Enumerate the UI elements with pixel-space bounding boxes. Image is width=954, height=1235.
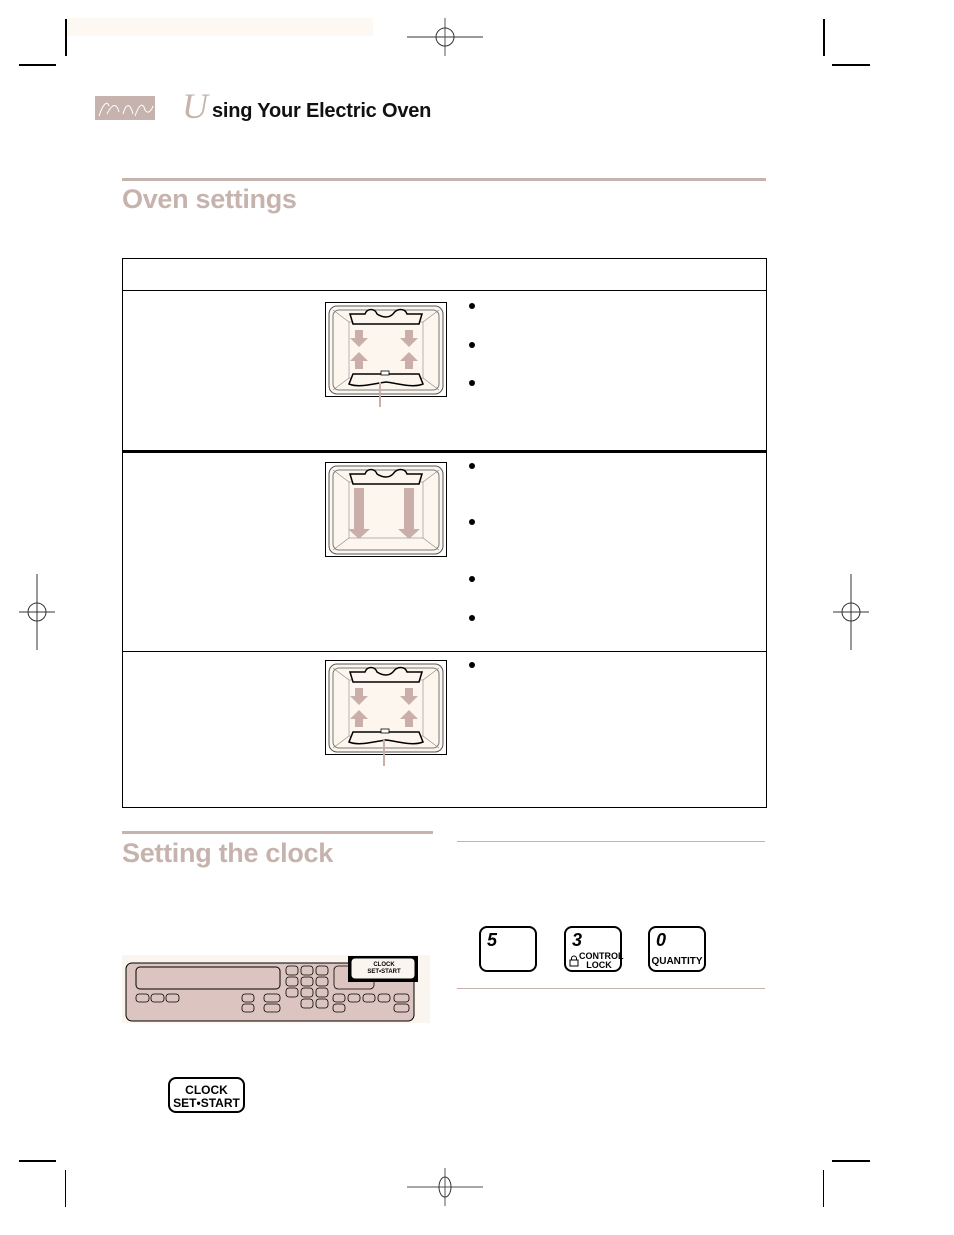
crop-mark [832,1160,870,1162]
crop-mark [19,1160,56,1162]
bullet-point [469,615,475,621]
crop-mark [832,64,870,66]
table-row-divider [123,651,766,652]
section-rule [122,831,433,834]
key-number: 3 [572,930,583,950]
page-header-title: sing Your Electric Oven [212,100,432,122]
table-row-divider [123,290,766,291]
section-rule [122,178,766,181]
oven-settings-heading: Oven settings [122,184,297,214]
page-tint-band [66,18,373,36]
table-row-divider [123,450,766,453]
signature-logo-icon [95,96,155,120]
key-5-button[interactable]: 5 [479,926,537,972]
crop-mark [65,19,67,56]
convection-airflow-diagram [325,660,447,766]
crop-mark [19,64,56,66]
setting-clock-heading: Setting the clock [122,838,333,868]
registration-mark-icon [407,1168,483,1206]
key-number: 5 [487,930,498,950]
bullet-point [469,463,475,469]
key-number: 0 [656,930,667,950]
bullet-point [469,519,475,525]
key-sub-label: QUANTITY [651,956,703,967]
registration-mark-icon [833,574,869,650]
broil-airflow-diagram [325,462,447,557]
control-panel-illustration: CLOCK SET•START [122,955,430,1023]
bullet-point [469,662,475,668]
key-sub-label: LOCK [586,960,612,970]
lock-icon [569,955,579,967]
header-drop-cap: U [182,86,208,126]
panel-clock-key-highlight: CLOCK SET•START [354,962,414,976]
bullet-point [469,576,475,582]
bullet-point [469,380,475,386]
bullet-point [469,342,475,348]
bullet-point [469,303,475,309]
panel-key-line1: CLOCK [373,962,395,968]
registration-mark-icon [19,574,55,650]
crop-mark [65,1170,66,1207]
panel-key-line2: SET•START [367,969,401,975]
clock-set-start-button[interactable]: CLOCK SET•START [168,1077,245,1113]
registration-mark-icon [407,18,483,56]
crop-mark [823,19,825,56]
bake-airflow-diagram [325,302,447,407]
clock-button-line2: SET•START [173,1096,240,1110]
divider-line [457,841,765,842]
divider-line [457,988,765,989]
crop-mark [823,1170,824,1207]
key-0-quantity-button[interactable]: 0 QUANTITY [648,926,706,972]
key-3-control-lock-button[interactable]: 3 CONTROL LOCK [564,926,624,972]
